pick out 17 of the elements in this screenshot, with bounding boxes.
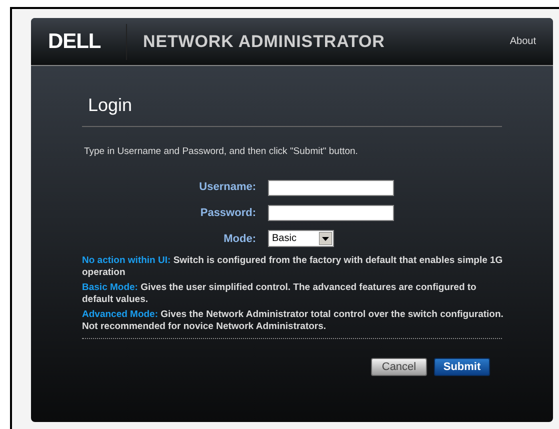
field-label: Password: <box>199 206 256 221</box>
login-title: Login <box>88 94 134 117</box>
about-link[interactable]: About <box>510 34 536 49</box>
mode-description: Advanced Mode: Gives the Network Administrator total control over the switch configuration. Not recommended for novice Network Administrators. <box>82 309 504 334</box>
app-title: NETWORK ADMINISTRATOR <box>143 30 385 53</box>
input-field[interactable] <box>268 205 394 221</box>
field-label: Mode: <box>222 232 256 246</box>
mode-description: No action within UI: Switch is configured from the factory with default that enables simple 1G operation <box>82 255 504 280</box>
mode-description: Basic Mode: Gives the user simplified control. The advanced features are configured to default values. <box>82 282 478 306</box>
dell-logo: DELL <box>48 28 102 55</box>
instruction-text: Type in Username and Password, and then click "Submit" button. <box>84 145 359 159</box>
input-field[interactable] <box>268 180 394 196</box>
caret-icon <box>319 232 332 246</box>
field-label: Username: <box>198 180 256 196</box>
cancel-button[interactable]: Cancel <box>371 358 427 376</box>
submit-button[interactable]: Submit <box>434 358 490 376</box>
mode-dropdown[interactable]: Basic <box>268 230 334 248</box>
